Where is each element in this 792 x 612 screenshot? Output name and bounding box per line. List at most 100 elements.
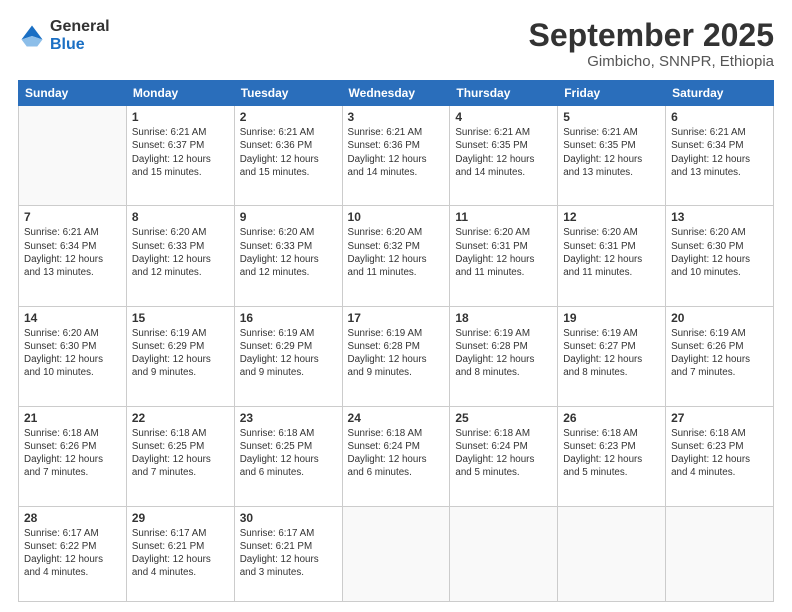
day-number: 18 [455, 311, 552, 325]
day-number: 6 [671, 110, 768, 124]
day-number: 12 [563, 210, 660, 224]
day-number: 16 [240, 311, 337, 325]
table-row [342, 506, 450, 601]
day-number: 21 [24, 411, 121, 425]
table-row: 29 Sunrise: 6:17 AMSunset: 6:21 PMDayligh… [126, 506, 234, 601]
table-row: 12 Sunrise: 6:20 AMSunset: 6:31 PMDayligh… [558, 206, 666, 306]
day-number: 25 [455, 411, 552, 425]
table-row: 6 Sunrise: 6:21 AMSunset: 6:34 PMDaylight… [666, 106, 774, 206]
day-number: 7 [24, 210, 121, 224]
table-row: 27 Sunrise: 6:18 AMSunset: 6:23 PMDayligh… [666, 406, 774, 506]
day-info: Sunrise: 6:19 AMSunset: 6:28 PMDaylight:… [455, 327, 552, 380]
day-info: Sunrise: 6:18 AMSunset: 6:26 PMDaylight:… [24, 427, 121, 480]
col-saturday: Saturday [666, 81, 774, 106]
day-info: Sunrise: 6:17 AMSunset: 6:22 PMDaylight:… [24, 527, 121, 580]
calendar-table: Sunday Monday Tuesday Wednesday Thursday… [18, 80, 774, 602]
logo-general: General [50, 18, 110, 35]
day-number: 3 [348, 110, 445, 124]
day-info: Sunrise: 6:20 AMSunset: 6:31 PMDaylight:… [455, 226, 552, 279]
day-number: 4 [455, 110, 552, 124]
day-info: Sunrise: 6:18 AMSunset: 6:25 PMDaylight:… [240, 427, 337, 480]
day-info: Sunrise: 6:17 AMSunset: 6:21 PMDaylight:… [240, 527, 337, 580]
day-number: 1 [132, 110, 229, 124]
col-sunday: Sunday [19, 81, 127, 106]
day-number: 17 [348, 311, 445, 325]
day-number: 20 [671, 311, 768, 325]
table-row: 1Sunrise: 6:21 AMSunset: 6:37 PMDaylight… [126, 106, 234, 206]
table-row: 19Sunrise: 6:19 AMSunset: 6:27 PMDayligh… [558, 306, 666, 406]
day-info: Sunrise: 6:20 AMSunset: 6:33 PMDaylight:… [240, 226, 337, 279]
day-info: Sunrise: 6:20 AMSunset: 6:32 PMDaylight:… [348, 226, 445, 279]
day-number: 22 [132, 411, 229, 425]
day-info: Sunrise: 6:17 AMSunset: 6:21 PMDaylight:… [132, 527, 229, 580]
day-info: Sunrise: 6:18 AMSunset: 6:24 PMDaylight:… [455, 427, 552, 480]
table-row: 24 Sunrise: 6:18 AMSunset: 6:24 PMDayligh… [342, 406, 450, 506]
day-number: 24 [348, 411, 445, 425]
col-friday: Friday [558, 81, 666, 106]
table-row: 13Sunrise: 6:20 AMSunset: 6:30 PMDayligh… [666, 206, 774, 306]
table-row [450, 506, 558, 601]
calendar-header-row: Sunday Monday Tuesday Wednesday Thursday… [19, 81, 774, 106]
day-number: 29 [132, 511, 229, 525]
table-row: 25 Sunrise: 6:18 AMSunset: 6:24 PMDayligh… [450, 406, 558, 506]
location-subtitle: Gimbicho, SNNPR, Ethiopia [529, 53, 774, 70]
day-info: Sunrise: 6:18 AMSunset: 6:23 PMDaylight:… [563, 427, 660, 480]
day-info: Sunrise: 6:19 AMSunset: 6:26 PMDaylight:… [671, 327, 768, 380]
col-wednesday: Wednesday [342, 81, 450, 106]
table-row: 5 Sunrise: 6:21 AMSunset: 6:35 PMDaylight… [558, 106, 666, 206]
header: General Blue September 2025 Gimbicho, SN… [18, 18, 774, 70]
day-info: Sunrise: 6:20 AMSunset: 6:30 PMDaylight:… [671, 226, 768, 279]
table-row: 3Sunrise: 6:21 AMSunset: 6:36 PMDaylight… [342, 106, 450, 206]
table-row: 2 Sunrise: 6:21 AMSunset: 6:36 PMDaylight… [234, 106, 342, 206]
day-info: Sunrise: 6:21 AMSunset: 6:35 PMDaylight:… [563, 126, 660, 179]
day-number: 19 [563, 311, 660, 325]
table-row: 17 Sunrise: 6:19 AMSunset: 6:28 PMDayligh… [342, 306, 450, 406]
day-info: Sunrise: 6:19 AMSunset: 6:29 PMDaylight:… [132, 327, 229, 380]
day-number: 10 [348, 210, 445, 224]
day-number: 14 [24, 311, 121, 325]
table-row: 15Sunrise: 6:19 AMSunset: 6:29 PMDayligh… [126, 306, 234, 406]
table-row: 11 Sunrise: 6:20 AMSunset: 6:31 PMDayligh… [450, 206, 558, 306]
table-row: 23 Sunrise: 6:18 AMSunset: 6:25 PMDayligh… [234, 406, 342, 506]
day-number: 26 [563, 411, 660, 425]
day-info: Sunrise: 6:21 AMSunset: 6:34 PMDaylight:… [24, 226, 121, 279]
day-info: Sunrise: 6:21 AMSunset: 6:36 PMDaylight:… [240, 126, 337, 179]
day-info: Sunrise: 6:20 AMSunset: 6:30 PMDaylight:… [24, 327, 121, 380]
table-row [666, 506, 774, 601]
table-row: 14 Sunrise: 6:20 AMSunset: 6:30 PMDayligh… [19, 306, 127, 406]
day-number: 5 [563, 110, 660, 124]
day-info: Sunrise: 6:18 AMSunset: 6:23 PMDaylight:… [671, 427, 768, 480]
logo-blue: Blue [50, 36, 85, 53]
table-row: 16 Sunrise: 6:19 AMSunset: 6:29 PMDayligh… [234, 306, 342, 406]
day-info: Sunrise: 6:20 AMSunset: 6:33 PMDaylight:… [132, 226, 229, 279]
day-number: 23 [240, 411, 337, 425]
col-monday: Monday [126, 81, 234, 106]
day-info: Sunrise: 6:19 AMSunset: 6:29 PMDaylight:… [240, 327, 337, 380]
table-row: 8 Sunrise: 6:20 AMSunset: 6:33 PMDaylight… [126, 206, 234, 306]
month-title: September 2025 [529, 18, 774, 53]
title-block: September 2025 Gimbicho, SNNPR, Ethiopia [529, 18, 774, 70]
day-info: Sunrise: 6:19 AMSunset: 6:28 PMDaylight:… [348, 327, 445, 380]
calendar-page: General Blue September 2025 Gimbicho, SN… [0, 0, 792, 612]
day-number: 8 [132, 210, 229, 224]
col-thursday: Thursday [450, 81, 558, 106]
day-number: 28 [24, 511, 121, 525]
logo-icon [18, 22, 46, 50]
day-number: 2 [240, 110, 337, 124]
day-info: Sunrise: 6:18 AMSunset: 6:24 PMDaylight:… [348, 427, 445, 480]
day-info: Sunrise: 6:21 AMSunset: 6:34 PMDaylight:… [671, 126, 768, 179]
table-row: 7 Sunrise: 6:21 AMSunset: 6:34 PMDaylight… [19, 206, 127, 306]
table-row: 10 Sunrise: 6:20 AMSunset: 6:32 PMDayligh… [342, 206, 450, 306]
table-row: 21 Sunrise: 6:18 AMSunset: 6:26 PMDayligh… [19, 406, 127, 506]
day-number: 27 [671, 411, 768, 425]
table-row: 22Sunrise: 6:18 AMSunset: 6:25 PMDayligh… [126, 406, 234, 506]
day-info: Sunrise: 6:21 AMSunset: 6:35 PMDaylight:… [455, 126, 552, 179]
day-number: 11 [455, 210, 552, 224]
table-row: 20 Sunrise: 6:19 AMSunset: 6:26 PMDayligh… [666, 306, 774, 406]
table-row [19, 106, 127, 206]
day-number: 30 [240, 511, 337, 525]
day-info: Sunrise: 6:20 AMSunset: 6:31 PMDaylight:… [563, 226, 660, 279]
table-row [558, 506, 666, 601]
table-row: 18 Sunrise: 6:19 AMSunset: 6:28 PMDayligh… [450, 306, 558, 406]
table-row: 26 Sunrise: 6:18 AMSunset: 6:23 PMDayligh… [558, 406, 666, 506]
